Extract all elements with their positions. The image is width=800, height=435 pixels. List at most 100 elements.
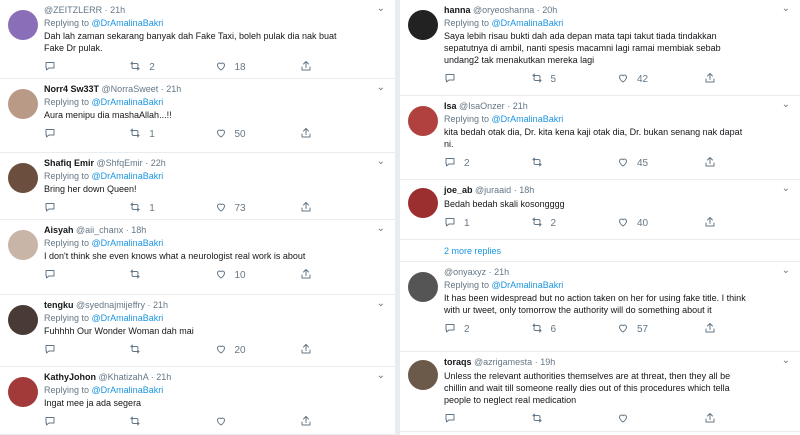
display-name[interactable]: Aisyah bbox=[44, 225, 74, 235]
like-button[interactable]: 42 bbox=[617, 72, 704, 87]
user-handle[interactable]: @ZEITZLERR bbox=[44, 5, 102, 15]
like-button[interactable] bbox=[617, 412, 704, 427]
avatar[interactable] bbox=[408, 360, 438, 390]
avatar[interactable] bbox=[408, 188, 438, 218]
reply-button[interactable] bbox=[44, 415, 129, 430]
avatar[interactable] bbox=[8, 230, 38, 260]
reply-button[interactable] bbox=[444, 72, 531, 87]
like-button[interactable]: 50 bbox=[215, 127, 300, 142]
chevron-down-icon[interactable]: ⌄ bbox=[377, 223, 385, 234]
share-button[interactable] bbox=[300, 60, 385, 75]
retweet-button[interactable] bbox=[129, 268, 214, 283]
reply-tweet[interactable]: ⌄ Shafiq Emir @ShfqEmir · 22h Replying to … bbox=[0, 153, 395, 220]
reply-tweet[interactable]: ⌄ @ZEITZLERR · 21h Replying to @DrAmalina… bbox=[0, 0, 395, 79]
chevron-down-icon[interactable]: ⌄ bbox=[782, 99, 790, 110]
user-handle[interactable]: @aii_chanx bbox=[76, 225, 123, 235]
avatar[interactable] bbox=[408, 272, 438, 302]
avatar[interactable] bbox=[8, 377, 38, 407]
retweet-button[interactable] bbox=[129, 343, 214, 358]
more-replies-link[interactable]: 2 more replies bbox=[400, 240, 800, 262]
timestamp[interactable]: 18h bbox=[131, 225, 146, 235]
reply-tweet[interactable]: ⌄ Norr4 Sw33T @NorraSweet · 21h Replying t… bbox=[0, 79, 395, 153]
retweet-button[interactable]: 6 bbox=[531, 322, 618, 337]
reply-button[interactable]: 2 bbox=[444, 156, 531, 171]
share-button[interactable] bbox=[704, 216, 791, 231]
mention-link[interactable]: @DrAmalinaBakri bbox=[92, 238, 164, 248]
display-name[interactable]: joe_ab bbox=[444, 185, 473, 195]
timestamp[interactable]: 18h bbox=[519, 185, 534, 195]
avatar[interactable] bbox=[8, 163, 38, 193]
reply-button[interactable]: 2 bbox=[444, 322, 531, 337]
chevron-down-icon[interactable]: ⌄ bbox=[377, 370, 385, 381]
like-button[interactable]: 18 bbox=[215, 60, 300, 75]
user-handle[interactable]: @ShfqEmir bbox=[97, 158, 143, 168]
reply-tweet[interactable]: ⌄ Aisyah @aii_chanx · 18h Replying to @DrA… bbox=[0, 220, 395, 295]
share-button[interactable] bbox=[704, 412, 791, 427]
reply-tweet[interactable]: ⌄ KathyJohon @KhatizahA · 21h Replying to … bbox=[0, 367, 395, 435]
display-name[interactable]: tengku bbox=[44, 300, 74, 310]
user-handle[interactable]: @onyaxyz bbox=[444, 267, 486, 277]
timestamp[interactable]: 21h bbox=[110, 5, 125, 15]
user-handle[interactable]: @NorraSweet bbox=[102, 84, 159, 94]
display-name[interactable]: toraqs bbox=[444, 357, 472, 367]
reply-tweet[interactable]: ⌄ Isa @IsaOnzer · 21h Replying to @DrAmali… bbox=[400, 96, 800, 180]
reply-button[interactable] bbox=[44, 268, 129, 283]
chevron-down-icon[interactable]: ⌄ bbox=[377, 156, 385, 167]
user-handle[interactable]: @syednajmijeffry bbox=[76, 300, 145, 310]
like-button[interactable]: 20 bbox=[215, 343, 300, 358]
timestamp[interactable]: 21h bbox=[156, 372, 171, 382]
mention-link[interactable]: @DrAmalinaBakri bbox=[492, 114, 564, 124]
avatar[interactable] bbox=[8, 10, 38, 40]
share-button[interactable] bbox=[300, 268, 385, 283]
retweet-button[interactable] bbox=[531, 156, 618, 171]
mention-link[interactable]: @DrAmalinaBakri bbox=[92, 171, 164, 181]
timestamp[interactable]: 21h bbox=[153, 300, 168, 310]
like-button[interactable] bbox=[215, 415, 300, 430]
share-button[interactable] bbox=[300, 201, 385, 216]
display-name[interactable]: hanna bbox=[444, 5, 471, 15]
share-button[interactable] bbox=[704, 72, 791, 87]
mention-link[interactable]: @DrAmalinaBakri bbox=[92, 18, 164, 28]
retweet-button[interactable] bbox=[531, 412, 618, 427]
chevron-down-icon[interactable]: ⌄ bbox=[782, 183, 790, 194]
share-button[interactable] bbox=[300, 343, 385, 358]
retweet-button[interactable]: 2 bbox=[531, 216, 618, 231]
share-button[interactable] bbox=[300, 415, 385, 430]
reply-button[interactable] bbox=[44, 343, 129, 358]
chevron-down-icon[interactable]: ⌄ bbox=[782, 265, 790, 276]
reply-button[interactable] bbox=[44, 127, 129, 142]
chevron-down-icon[interactable]: ⌄ bbox=[782, 3, 790, 14]
avatar[interactable] bbox=[408, 10, 438, 40]
retweet-button[interactable]: 1 bbox=[129, 127, 214, 142]
retweet-button[interactable]: 5 bbox=[531, 72, 618, 87]
user-handle[interactable]: @IsaOnzer bbox=[459, 101, 505, 111]
mention-link[interactable]: @DrAmalinaBakri bbox=[92, 313, 164, 323]
timestamp[interactable]: 19h bbox=[540, 357, 555, 367]
like-button[interactable]: 73 bbox=[215, 201, 300, 216]
reply-button[interactable] bbox=[44, 60, 129, 75]
timestamp[interactable]: 21h bbox=[166, 84, 181, 94]
timestamp[interactable]: 21h bbox=[494, 267, 509, 277]
timestamp[interactable]: 21h bbox=[513, 101, 528, 111]
chevron-down-icon[interactable]: ⌄ bbox=[782, 355, 790, 366]
like-button[interactable]: 45 bbox=[617, 156, 704, 171]
like-button[interactable]: 10 bbox=[215, 268, 300, 283]
display-name[interactable]: Norr4 Sw33T bbox=[44, 84, 99, 94]
timestamp[interactable]: 22h bbox=[151, 158, 166, 168]
like-button[interactable]: 57 bbox=[617, 322, 704, 337]
like-button[interactable]: 40 bbox=[617, 216, 704, 231]
display-name[interactable]: KathyJohon bbox=[44, 372, 96, 382]
reply-tweet[interactable]: ⌄ tengku @syednajmijeffry · 21h Replying t… bbox=[0, 295, 395, 367]
reply-tweet[interactable]: ⌄ joe_ab @juraaid · 18h Bedah bedah skali … bbox=[400, 180, 800, 240]
retweet-button[interactable]: 1 bbox=[129, 201, 214, 216]
share-button[interactable] bbox=[300, 127, 385, 142]
user-handle[interactable]: @KhatizahA bbox=[99, 372, 149, 382]
retweet-button[interactable] bbox=[129, 415, 214, 430]
reply-button[interactable] bbox=[44, 201, 129, 216]
mention-link[interactable]: @DrAmalinaBakri bbox=[92, 385, 164, 395]
share-button[interactable] bbox=[704, 156, 791, 171]
user-handle[interactable]: @juraaid bbox=[475, 185, 511, 195]
reply-button[interactable]: 1 bbox=[444, 216, 531, 231]
avatar[interactable] bbox=[408, 106, 438, 136]
share-button[interactable] bbox=[704, 322, 791, 337]
